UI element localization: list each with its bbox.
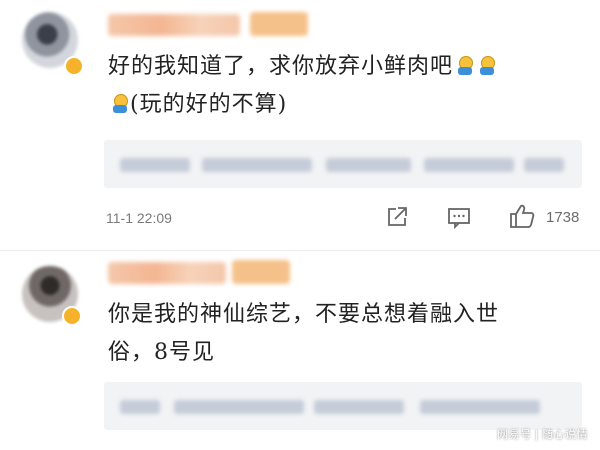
comment-text-line-1: 你是我的神仙综艺，不要总想着融入世 xyxy=(108,302,500,327)
user-tag-blurred xyxy=(250,12,308,36)
comment-text-line-2: 俗，8号见 xyxy=(108,340,215,365)
comment-text-line-1: 好的我知道了，求你放弃小鲜肉吧 xyxy=(108,54,454,79)
comment-text-line-2: (玩的好的不算) xyxy=(130,92,288,117)
pray-emoji-icon xyxy=(455,56,474,76)
user-tag-blurred xyxy=(232,260,290,284)
pray-emoji-icon xyxy=(110,94,128,114)
reply-preview[interactable] xyxy=(104,382,582,430)
verified-badge xyxy=(64,56,84,76)
pray-emoji-icon xyxy=(477,56,496,76)
verified-badge xyxy=(62,306,82,326)
like-count: 1738 xyxy=(546,209,580,226)
reply-preview[interactable] xyxy=(104,140,582,188)
reply-text-blurred xyxy=(314,400,404,414)
comment-item: 好的我知道了，求你放弃小鲜肉吧 (玩的好的不算) 11-1 22:09 1738 xyxy=(0,0,600,248)
comment-text: 你是我的神仙综艺，不要总想着融入世 俗，8号见 xyxy=(108,296,499,372)
reply-text-blurred xyxy=(174,400,304,414)
comment-icon[interactable] xyxy=(446,204,472,230)
comment-timestamp: 11-1 22:09 xyxy=(106,210,172,226)
reply-text-blurred xyxy=(202,158,312,172)
username-blurred[interactable] xyxy=(108,14,240,36)
reply-text-blurred xyxy=(326,158,411,172)
reply-text-blurred xyxy=(524,158,564,172)
comment-text: 好的我知道了，求你放弃小鲜肉吧 (玩的好的不算) xyxy=(108,48,497,124)
comment-item: 你是我的神仙综艺，不要总想着融入世 俗，8号见 xyxy=(0,248,600,450)
watermark: 网易号 | 随心说情 xyxy=(497,429,588,441)
reply-text-blurred xyxy=(120,158,190,172)
reply-text-blurred xyxy=(420,400,540,414)
username-blurred[interactable] xyxy=(108,262,226,284)
reply-text-blurred xyxy=(120,400,160,414)
reply-text-blurred xyxy=(424,158,514,172)
share-icon[interactable] xyxy=(384,204,410,230)
like-icon[interactable] xyxy=(508,202,536,230)
